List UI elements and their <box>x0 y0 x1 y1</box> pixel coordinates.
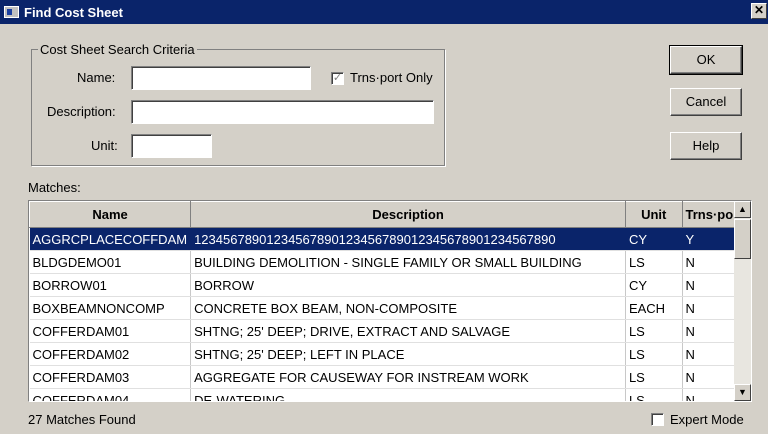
unit-label: Unit: <box>91 138 118 153</box>
cell-description: SHTNG; 25' DEEP; DRIVE, EXTRACT AND SALV… <box>190 319 626 343</box>
name-label: Name: <box>77 70 116 85</box>
matches-label: Matches: <box>28 180 81 195</box>
table-row[interactable]: COFFERDAM02 SHTNG; 25' DEEP; LEFT IN PLAC… <box>29 342 751 366</box>
table-row[interactable]: COFFERDAM03 AGGREGATE FOR CAUSEWAY FOR IN… <box>29 365 751 389</box>
trnsport-only-checkbox[interactable]: ✓ <box>331 72 344 85</box>
cell-description: DE-WATERING <box>190 388 626 401</box>
cell-unit: CY <box>625 273 683 297</box>
ok-button[interactable]: OK <box>669 45 743 75</box>
table-row[interactable]: COFFERDAM04 DE-WATERING LS N <box>29 388 751 401</box>
description-input[interactable] <box>131 100 434 124</box>
scrollbar-thumb[interactable] <box>734 219 751 259</box>
cell-description: 1234567890123456789012345678901234567890… <box>190 227 626 251</box>
search-criteria-legend: Cost Sheet Search Criteria <box>40 42 195 57</box>
cell-name: BLDGDEMO01 <box>29 250 192 274</box>
cell-description: BORROW <box>190 273 626 297</box>
column-header-name[interactable]: Name <box>29 201 192 228</box>
table-row[interactable]: AGGRCPLACECOFFDAM 12345678901234567890123… <box>29 227 751 251</box>
table-row[interactable]: BOXBEAMNONCOMP CONCRETE BOX BEAM, NON-COM… <box>29 296 751 320</box>
help-button[interactable]: Help <box>670 132 742 160</box>
expert-mode-checkbox[interactable] <box>651 413 664 426</box>
vertical-scrollbar[interactable]: ▲ ▼ <box>734 201 751 401</box>
cell-name: COFFERDAM03 <box>29 365 192 389</box>
cell-name: COFFERDAM01 <box>29 319 192 343</box>
scroll-down-icon[interactable]: ▼ <box>734 384 751 401</box>
column-header-unit[interactable]: Unit <box>624 201 683 228</box>
trnsport-only-label: Trns·port Only <box>350 70 433 85</box>
close-button[interactable]: ✕ <box>751 3 767 19</box>
table-row[interactable]: BLDGDEMO01 BUILDING DEMOLITION - SINGLE F… <box>29 250 751 274</box>
cell-name: COFFERDAM04 <box>29 388 192 401</box>
description-label: Description: <box>47 104 116 119</box>
cell-unit: LS <box>625 319 683 343</box>
window-title: Find Cost Sheet <box>24 4 123 20</box>
scroll-up-icon[interactable]: ▲ <box>734 201 751 218</box>
cell-description: AGGREGATE FOR CAUSEWAY FOR INSTREAM WORK <box>190 365 626 389</box>
cell-description: CONCRETE BOX BEAM, NON-COMPOSITE <box>190 296 626 320</box>
name-input[interactable] <box>131 66 311 90</box>
cell-description: BUILDING DEMOLITION - SINGLE FAMILY OR S… <box>190 250 626 274</box>
cell-unit: CY <box>625 227 683 251</box>
table-header-row: Name Description Unit Trns·port <box>29 201 751 228</box>
unit-input[interactable] <box>131 134 212 158</box>
matches-found-count: 27 Matches Found <box>28 412 136 427</box>
table-row[interactable]: COFFERDAM01 SHTNG; 25' DEEP; DRIVE, EXTRA… <box>29 319 751 343</box>
cancel-button[interactable]: Cancel <box>670 88 742 116</box>
table-row[interactable]: BORROW01 BORROW CY N <box>29 273 751 297</box>
title-bar: Find Cost Sheet ✕ <box>0 0 768 24</box>
column-header-description[interactable]: Description <box>190 201 626 228</box>
cell-name: AGGRCPLACECOFFDAM <box>29 227 192 251</box>
expert-mode-label: Expert Mode <box>670 412 744 427</box>
cell-unit: LS <box>625 342 683 366</box>
cell-name: BORROW01 <box>29 273 192 297</box>
cell-name: COFFERDAM02 <box>29 342 192 366</box>
cell-unit: LS <box>625 365 683 389</box>
cell-unit: EACH <box>625 296 683 320</box>
cell-unit: LS <box>625 388 683 401</box>
cell-name: BOXBEAMNONCOMP <box>29 296 192 320</box>
matches-table[interactable]: Name Description Unit Trns·port AGGRCPLA… <box>28 200 752 402</box>
app-icon <box>4 6 19 18</box>
cell-unit: LS <box>625 250 683 274</box>
cell-description: SHTNG; 25' DEEP; LEFT IN PLACE <box>190 342 626 366</box>
